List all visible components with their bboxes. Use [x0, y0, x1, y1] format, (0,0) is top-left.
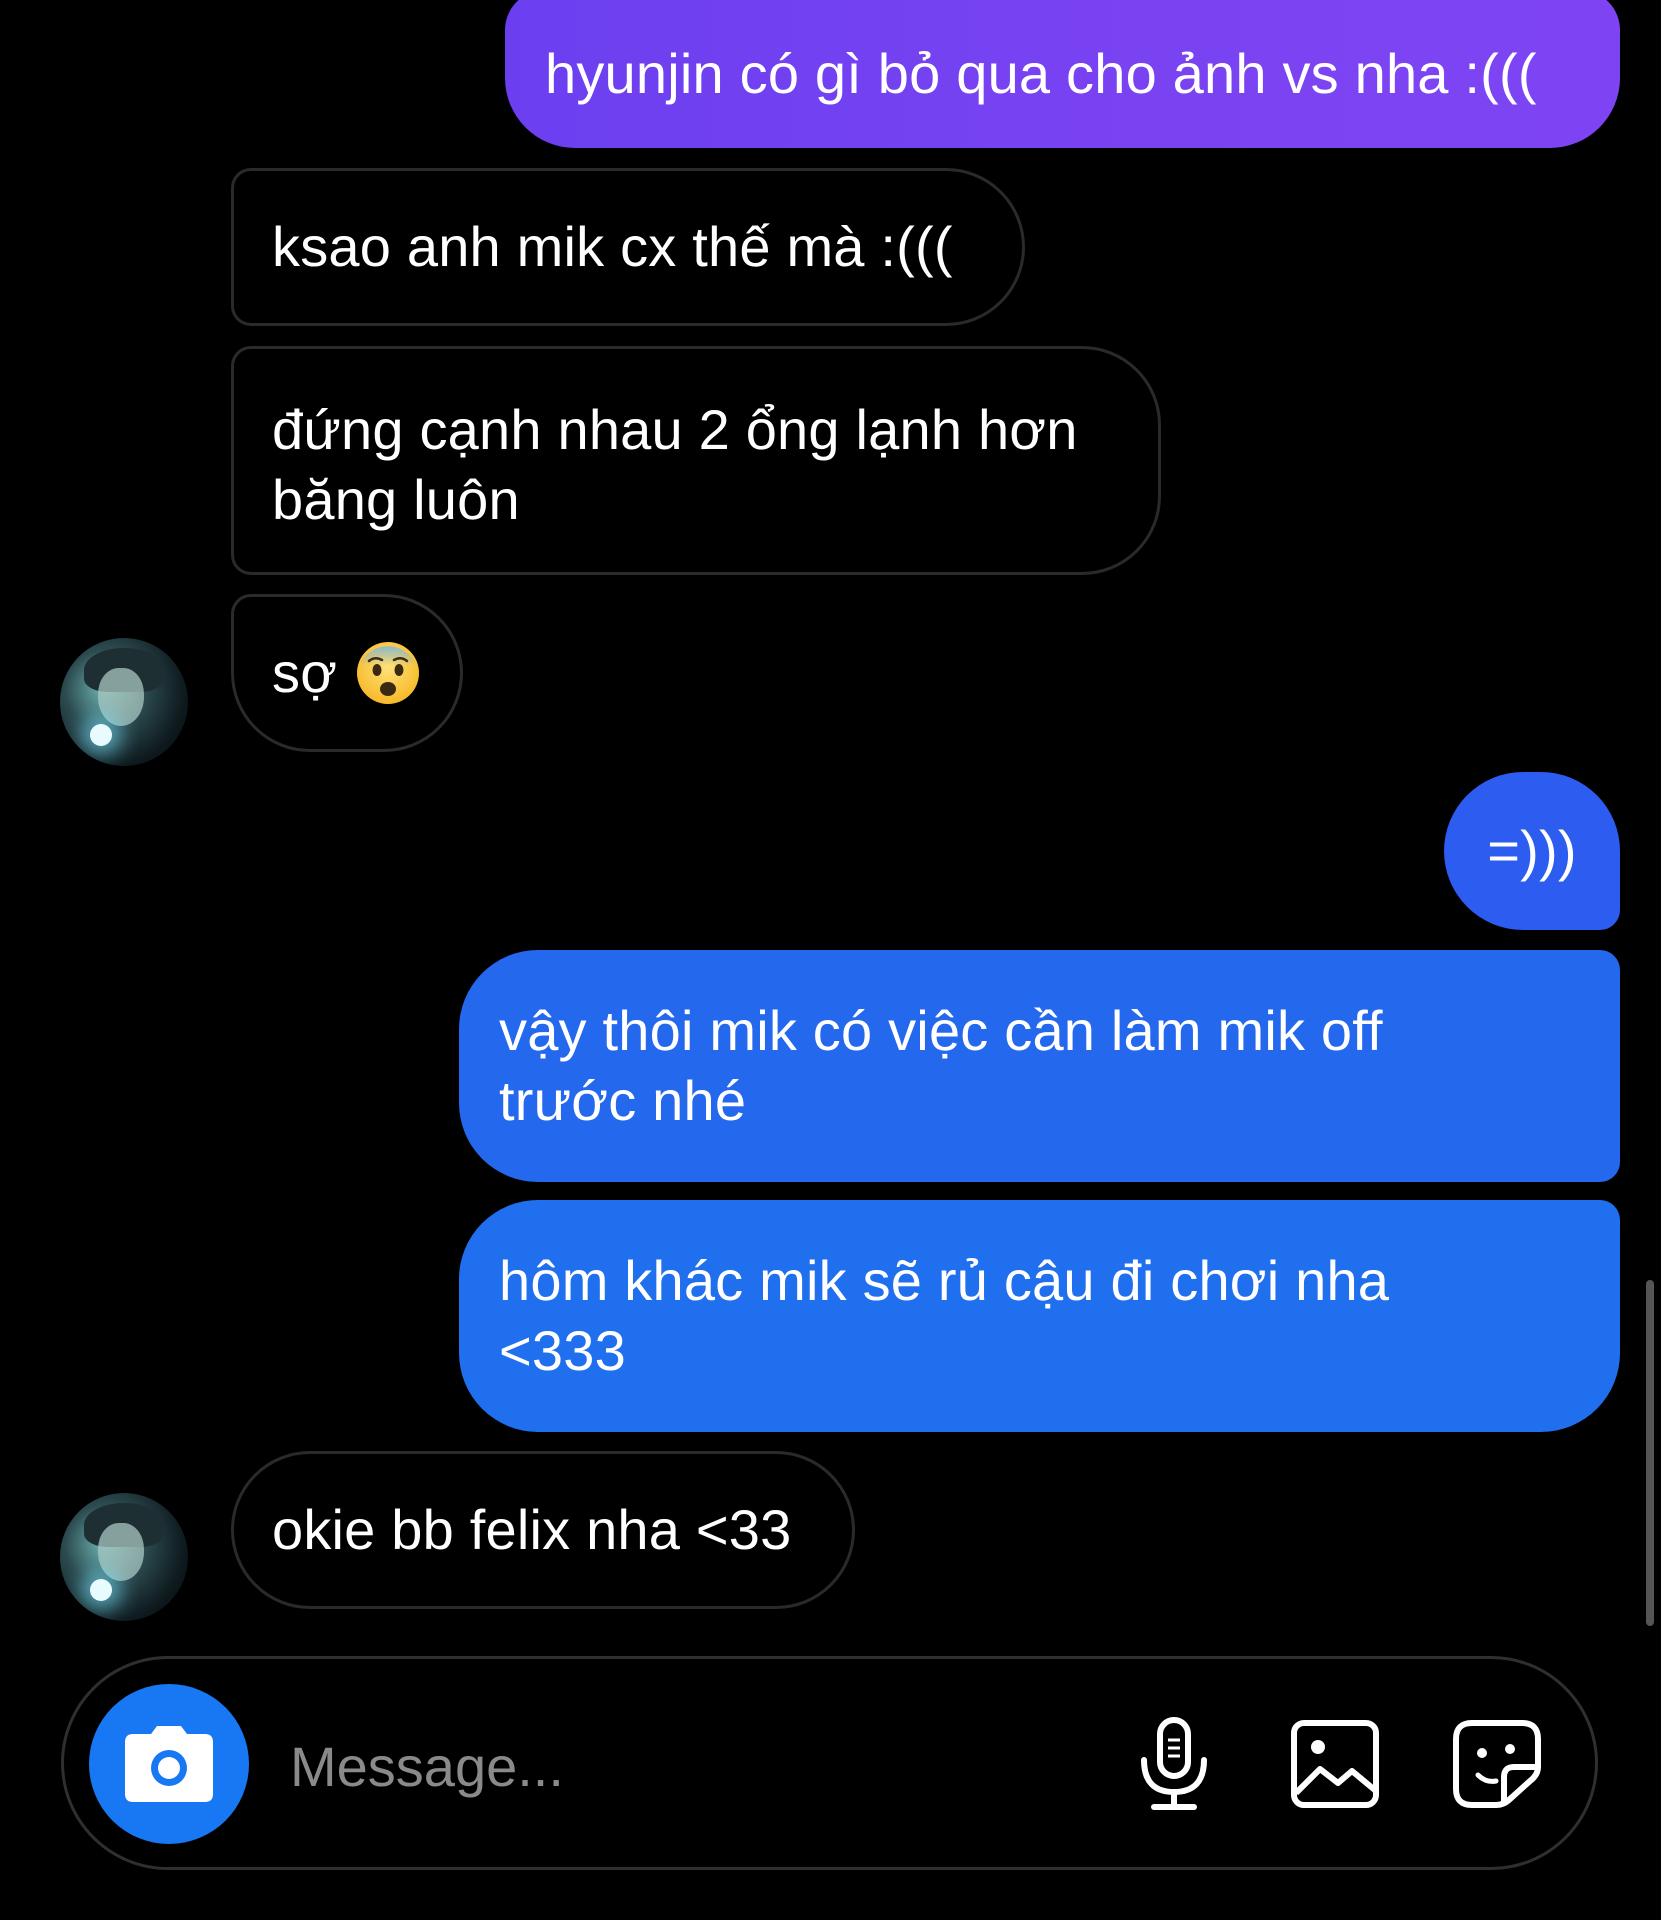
- message-text: =))): [1487, 819, 1577, 882]
- microphone-icon: [1141, 1717, 1207, 1810]
- incoming-message[interactable]: đứng cạnh nhau 2 ổng lạnh hơn băng luôn: [231, 346, 1161, 575]
- hyunjin-avatar[interactable]: [60, 638, 188, 766]
- message-text-line: băng luôn: [272, 468, 520, 531]
- message-text: sợ: [272, 641, 338, 704]
- camera-icon: [125, 1726, 213, 1802]
- incoming-message[interactable]: ksao anh mik cx thế mà :(((: [231, 168, 1025, 326]
- incoming-message[interactable]: sợ: [231, 594, 463, 752]
- message-text-line: trước nhé: [499, 1069, 747, 1132]
- fearful-face-emoji: [357, 642, 420, 704]
- message-text: okie bb felix nha <33: [272, 1498, 792, 1561]
- outgoing-message[interactable]: =))): [1444, 772, 1620, 930]
- message-text: ksao anh mik cx thế mà :(((: [272, 215, 953, 278]
- message-text-line: <333: [499, 1319, 626, 1382]
- hyunjin-avatar[interactable]: [60, 1493, 188, 1621]
- camera-button[interactable]: [89, 1684, 249, 1844]
- microphone-button[interactable]: [1124, 1714, 1224, 1814]
- message-text: hyunjin có gì bỏ qua cho ảnh vs nha :(((: [545, 42, 1537, 105]
- outgoing-message[interactable]: hyunjin có gì bỏ qua cho ảnh vs nha :(((: [505, 0, 1620, 148]
- scrollbar[interactable]: [1646, 1280, 1654, 1626]
- gallery-button[interactable]: [1285, 1714, 1385, 1814]
- incoming-message[interactable]: okie bb felix nha <33: [231, 1451, 855, 1609]
- message-text-line: đứng cạnh nhau 2 ổng lạnh hơn: [272, 398, 1078, 461]
- message-text-line: hôm khác mik sẽ rủ cậu đi chơi nha: [499, 1249, 1390, 1312]
- outgoing-message[interactable]: vậy thôi mik có việc cần làm mik off trư…: [459, 950, 1620, 1182]
- sticker-button[interactable]: [1447, 1714, 1547, 1814]
- gallery-icon: [1291, 1720, 1379, 1808]
- sticker-icon: [1453, 1720, 1541, 1808]
- outgoing-message[interactable]: hôm khác mik sẽ rủ cậu đi chơi nha <333: [459, 1200, 1620, 1432]
- message-text-line: vậy thôi mik có việc cần làm mik off: [499, 999, 1383, 1062]
- message-composer: [61, 1656, 1598, 1870]
- message-input[interactable]: [290, 1721, 930, 1811]
